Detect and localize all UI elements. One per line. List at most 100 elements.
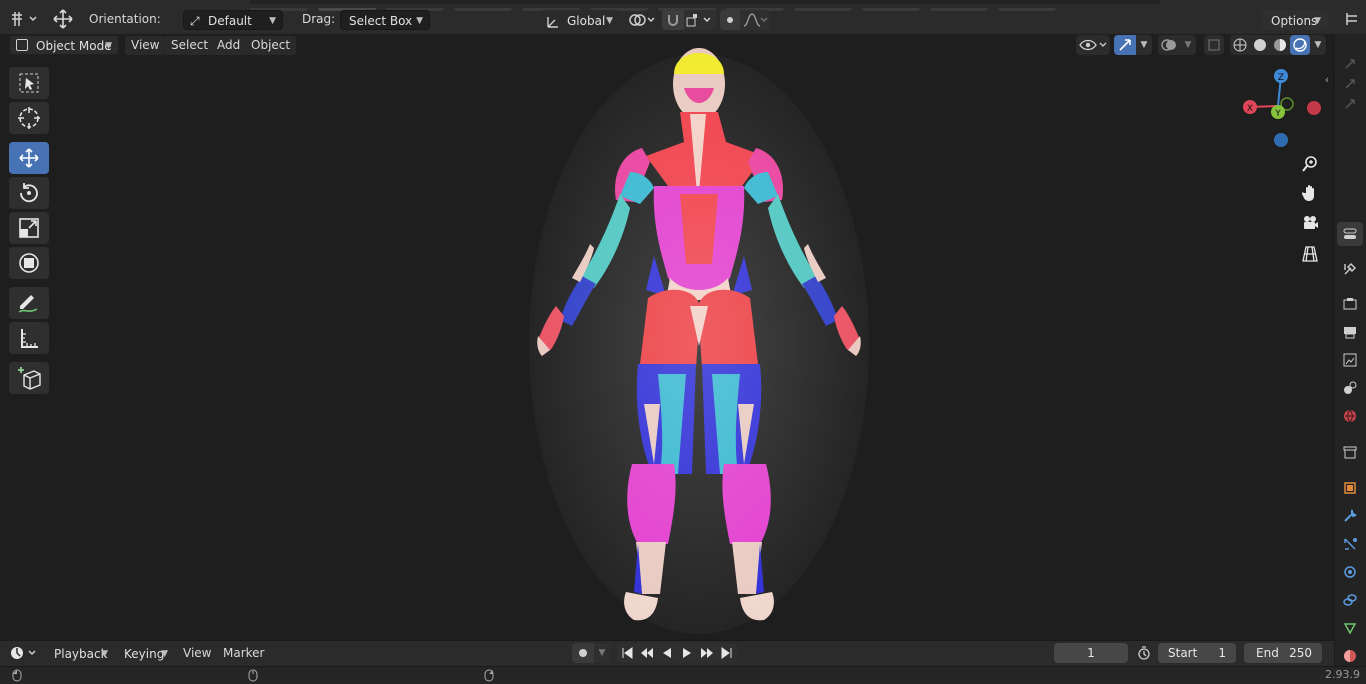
view-layer-properties-icon[interactable]	[1337, 348, 1363, 372]
keying-label: Keying	[124, 647, 165, 661]
y-axis-label: Y	[1274, 109, 1281, 119]
keying-menu[interactable]: Keying ▼	[115, 643, 175, 663]
drag-label: Drag:	[302, 12, 336, 26]
xray-toggle-icon[interactable]	[1204, 35, 1224, 55]
properties-editor-icon[interactable]	[1337, 222, 1363, 246]
visibility-eye-icon[interactable]	[1076, 35, 1110, 55]
object-data-icon[interactable]	[1337, 616, 1363, 640]
menu-select[interactable]: Select	[165, 36, 215, 55]
zoom-icon[interactable]	[1298, 152, 1322, 176]
particles-icon[interactable]	[1337, 532, 1363, 556]
mode-value: Object Mode	[36, 39, 112, 53]
add-cube-tool[interactable]	[9, 362, 49, 394]
orientation-value: Default	[208, 14, 252, 28]
timeline-marker-menu[interactable]: Marker	[223, 643, 264, 663]
play-icon[interactable]	[677, 643, 697, 663]
end-value: 250	[1289, 646, 1312, 660]
chevron-down-icon[interactable]: ▼	[1310, 35, 1326, 55]
chevron-down-icon: ▼	[101, 649, 108, 659]
pivot-point-icon[interactable]	[626, 10, 658, 30]
jump-start-icon[interactable]	[617, 643, 637, 663]
human-model[interactable]	[520, 44, 880, 636]
perspective-grid-icon[interactable]	[1298, 242, 1322, 266]
playback-menu[interactable]: Playback ▼	[45, 643, 115, 663]
chevron-down-icon[interactable]: ▼	[594, 643, 610, 663]
timeline-view-menu[interactable]: View	[183, 643, 211, 663]
start-frame-field[interactable]: Start 1	[1158, 643, 1236, 663]
rotate-tool[interactable]	[9, 177, 49, 209]
chevron-down-icon[interactable]: ▼	[1180, 35, 1196, 55]
playback-controls	[617, 643, 737, 663]
snap-target-icon[interactable]	[684, 10, 716, 30]
editor-type-icon[interactable]	[8, 9, 40, 29]
material-preview-shading-icon[interactable]	[1270, 35, 1290, 55]
output-properties-icon[interactable]	[1337, 320, 1363, 344]
options-dropdown[interactable]: Options ▼	[1262, 10, 1328, 30]
move-tool[interactable]	[9, 142, 49, 174]
collection-properties-icon[interactable]	[1337, 440, 1363, 464]
pan-hand-icon[interactable]	[1298, 181, 1322, 205]
workspace-tabs[interactable]	[250, 0, 1160, 11]
annotate-tool[interactable]	[9, 287, 49, 319]
jump-end-icon[interactable]	[717, 643, 737, 663]
status-bar	[0, 666, 1366, 684]
prev-keyframe-icon[interactable]	[637, 643, 657, 663]
physics-icon[interactable]	[1337, 560, 1363, 584]
chevron-down-icon: ▼	[1314, 16, 1321, 26]
auto-keying-icon[interactable]	[572, 643, 594, 663]
x-axis-label: X	[1247, 104, 1253, 114]
scene-properties-icon[interactable]	[1337, 376, 1363, 400]
gizmo-toggle-icon[interactable]	[1114, 35, 1136, 55]
outliner-toggle-icon[interactable]	[1340, 8, 1364, 30]
material-properties-icon[interactable]	[1337, 644, 1363, 668]
falloff-curve-icon[interactable]	[740, 10, 770, 30]
mouse-left-icon	[10, 668, 24, 682]
preview-range-clock-icon[interactable]	[1134, 643, 1154, 663]
menu-add[interactable]: Add	[211, 36, 247, 55]
wireframe-shading-icon[interactable]	[1230, 35, 1250, 55]
proportional-editing-icon[interactable]	[720, 10, 740, 30]
play-reverse-icon[interactable]	[657, 643, 677, 663]
measure-tool[interactable]	[9, 322, 49, 354]
mouse-middle-icon	[246, 668, 260, 682]
menu-object[interactable]: Object	[245, 36, 297, 55]
object-mode-icon	[16, 39, 28, 51]
camera-view-icon[interactable]	[1298, 211, 1322, 235]
navigation-gizmo[interactable]: Z X Y	[1236, 64, 1330, 154]
orientation-icon: ⤢	[190, 14, 200, 28]
orientation-label: Orientation:	[89, 12, 161, 26]
chevron-down-icon: ▼	[161, 649, 168, 659]
current-frame-field[interactable]: 1	[1054, 643, 1128, 663]
world-properties-icon[interactable]	[1337, 404, 1363, 428]
constraints-icon[interactable]	[1337, 588, 1363, 612]
cursor-tool[interactable]	[9, 102, 49, 134]
transform-orientation-dropdown[interactable]: Global ▼	[540, 10, 620, 30]
timeline-editor-type-icon[interactable]	[8, 643, 40, 663]
start-value: 1	[1218, 646, 1226, 660]
rendered-shading-icon[interactable]	[1290, 35, 1310, 55]
snap-toggle-icon[interactable]	[662, 10, 684, 30]
version-label: 2.93.9	[1325, 668, 1360, 681]
z-axis-label: Z	[1278, 73, 1284, 83]
mouse-right-icon	[482, 668, 496, 682]
drag-dropdown[interactable]: Select Box ▼	[340, 10, 430, 30]
menu-view[interactable]: View	[125, 36, 166, 55]
overlays-icon[interactable]	[1158, 35, 1180, 55]
axis-icon	[545, 11, 561, 31]
orientation-dropdown[interactable]: ⤢ Default ▼	[183, 10, 283, 30]
end-frame-field[interactable]: End 250	[1244, 643, 1322, 663]
next-keyframe-icon[interactable]	[697, 643, 717, 663]
tool-properties-icon[interactable]	[1337, 257, 1363, 281]
solid-shading-icon[interactable]	[1250, 35, 1270, 55]
select-box-tool[interactable]	[9, 67, 49, 99]
transform-tool[interactable]	[9, 247, 49, 279]
modifier-wrench-icon[interactable]	[1337, 504, 1363, 528]
object-properties-icon[interactable]	[1337, 476, 1363, 500]
mode-dropdown[interactable]: Object Mode ▼	[9, 35, 119, 55]
start-label: Start	[1168, 646, 1198, 660]
sidebar-collapse-icon[interactable]: ‹	[1322, 72, 1332, 86]
tool-hint-icon	[1337, 92, 1363, 116]
scale-tool[interactable]	[9, 212, 49, 244]
chevron-down-icon[interactable]: ▼	[1136, 35, 1152, 55]
render-properties-icon[interactable]	[1337, 292, 1363, 316]
